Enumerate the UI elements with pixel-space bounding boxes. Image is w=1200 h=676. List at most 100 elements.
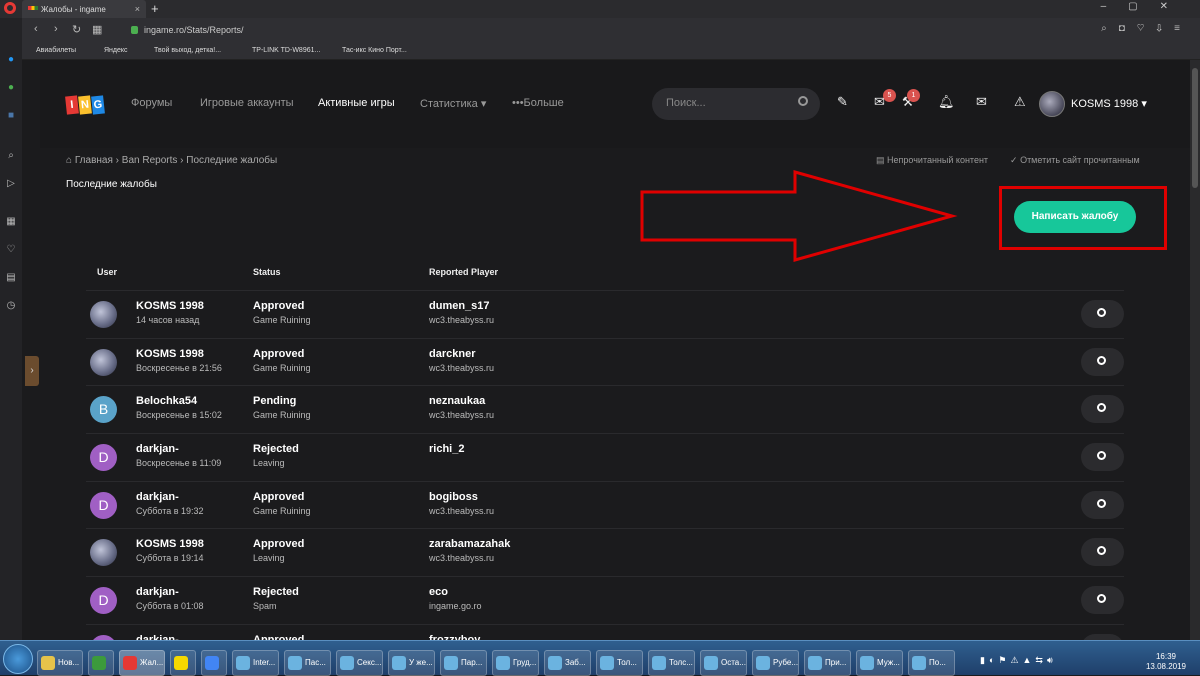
warning-icon[interactable]: ⚠ — [1014, 94, 1026, 110]
view-report-button[interactable] — [1081, 490, 1124, 519]
tab-active[interactable]: Жалобы - ingame × — [22, 0, 146, 18]
view-report-button[interactable] — [1081, 300, 1124, 328]
taskbar-item[interactable]: Рубе... — [752, 650, 799, 676]
bell-icon[interactable]: 🔔︎ — [938, 94, 955, 110]
unread-content-link[interactable]: ▤ Непрочитанный контент — [876, 155, 988, 166]
search-input[interactable]: Поиск... — [652, 88, 820, 120]
envelope-icon[interactable]: ✉ — [976, 94, 987, 110]
player-text[interactable]: zarabamazahak — [429, 538, 510, 550]
taskbar-item[interactable]: Нов... — [37, 650, 83, 676]
forward-button[interactable]: › — [54, 23, 58, 35]
taskbar-item[interactable]: По... — [908, 650, 955, 676]
taskbar-item[interactable]: У же... — [388, 650, 435, 676]
avatar[interactable] — [90, 539, 117, 567]
mark-read-link[interactable]: ✓ Отметить сайт прочитанным — [1010, 155, 1140, 166]
table-row[interactable]: Ddarkjan- Суббота в 19:32 Approved Game Rui… — [86, 480, 1124, 529]
nav-game-accounts[interactable]: Игровые аккаунты — [200, 97, 294, 109]
table-row[interactable]: KOSMS 1998 Воскресенье в 21:56 Approved Gam… — [86, 337, 1124, 386]
view-report-button[interactable] — [1081, 395, 1124, 424]
avatar[interactable]: D — [90, 587, 117, 615]
taskbar-item[interactable]: Inter... — [232, 650, 279, 676]
vk-icon[interactable]: ■ — [5, 110, 17, 122]
taskbar-item[interactable]: Пас... — [284, 650, 331, 676]
player-text[interactable]: eco — [429, 586, 482, 598]
search-icon[interactable]: ⌕ — [5, 150, 17, 162]
history-icon[interactable]: ◷ — [5, 300, 17, 312]
avatar[interactable] — [1039, 91, 1065, 117]
messenger-icon[interactable]: ● — [5, 54, 17, 66]
table-row[interactable]: KOSMS 1998 14 часов назад Approved Game Rui… — [86, 290, 1124, 338]
user-text[interactable]: Belochka54 — [136, 395, 222, 407]
address-bar-icons[interactable]: ⌕◘♡⇩≡ — [1101, 23, 1192, 34]
table-row[interactable]: B Belochka54 Воскресенье в 15:02 Pending Gam… — [86, 385, 1124, 433]
tray-icons[interactable]: ▮◐⚑⚠▲⇆🔊︎ — [980, 655, 1057, 666]
taskbar-item[interactable]: При... — [804, 650, 851, 676]
avatar[interactable] — [90, 301, 117, 328]
heart-icon[interactable]: ♡ — [5, 244, 17, 256]
avatar[interactable]: D — [90, 444, 117, 472]
taskbar-item[interactable]: Тол... — [596, 650, 643, 676]
table-row[interactable]: Ddarkjan- Суббота в 01:08 Rejected Spam eco i… — [86, 576, 1124, 624]
url-field[interactable]: ingame.ro/Stats/Reports/ — [144, 25, 244, 35]
breadcrumb-home[interactable]: Главная — [75, 155, 113, 166]
bookmark-item[interactable]: Твой выход, детка!... — [154, 47, 221, 54]
taskbar-item[interactable]: Груд... — [492, 650, 539, 676]
player-text[interactable]: darckner — [429, 348, 494, 360]
breadcrumb-current[interactable]: Последние жалобы — [186, 155, 277, 166]
back-button[interactable]: ‹ — [34, 23, 38, 35]
write-report-button[interactable]: Написать жалобу — [1014, 201, 1136, 233]
taskbar-item[interactable] — [201, 650, 227, 676]
taskbar-item[interactable]: Оста... — [700, 650, 747, 676]
player-text[interactable]: richi_2 — [429, 443, 464, 455]
player-text[interactable]: bogiboss — [429, 491, 494, 503]
whatsapp-icon[interactable]: ● — [5, 82, 17, 94]
avatar[interactable]: B — [90, 396, 117, 424]
taskbar-item[interactable]: Секс... — [336, 650, 383, 676]
bookmark-item[interactable]: Авиабилеты — [36, 47, 76, 54]
player-text[interactable]: neznaukaa — [429, 395, 494, 407]
clock[interactable]: 16:39 13.08.2019 — [1146, 652, 1186, 672]
taskbar-item[interactable]: Заб... — [544, 650, 591, 676]
username-menu[interactable]: KOSMS 1998 ▾ — [1071, 97, 1147, 110]
bookmark-item[interactable]: Яндекс — [104, 47, 128, 54]
window-controls[interactable]: –▢✕ — [1101, 1, 1190, 12]
nav-more[interactable]: •••Больше — [512, 97, 564, 109]
view-report-button[interactable] — [1081, 586, 1124, 615]
speed-dial-icon[interactable]: ▦ — [92, 23, 102, 36]
user-text[interactable]: KOSMS 1998 — [136, 538, 204, 550]
taskbar-item[interactable] — [88, 650, 114, 676]
user-text[interactable]: darkjan- — [136, 586, 204, 598]
site-logo[interactable]: ING — [65, 95, 105, 115]
bookmark-item[interactable]: TP-LINK TD-W8961... — [252, 47, 320, 54]
taskbar-item[interactable]: Жал... — [119, 650, 165, 676]
user-text[interactable]: darkjan- — [136, 491, 204, 503]
view-report-button[interactable] — [1081, 443, 1124, 472]
table-row[interactable]: Ddarkjan- Воскресенье в 11:09 Rejected Leav… — [86, 433, 1124, 481]
view-report-button[interactable] — [1081, 347, 1124, 376]
taskbar-item[interactable] — [170, 650, 196, 676]
send-icon[interactable]: ▷ — [5, 178, 17, 190]
taskbar-item[interactable]: Толс... — [648, 650, 695, 676]
scrollbar-thumb[interactable] — [1192, 68, 1198, 188]
reload-button[interactable]: ↻ — [72, 23, 81, 36]
nav-active-games[interactable]: Активные игры — [318, 97, 395, 109]
avatar[interactable] — [90, 348, 117, 376]
start-button[interactable] — [3, 644, 33, 674]
news-icon[interactable]: ▤ — [5, 272, 17, 284]
nav-stats[interactable]: Статистика ▾ — [420, 97, 486, 110]
view-report-button[interactable] — [1081, 538, 1124, 567]
user-text[interactable]: darkjan- — [136, 443, 221, 455]
opera-logo-icon[interactable] — [4, 2, 16, 14]
pencil-icon[interactable]: ✎ — [837, 94, 848, 110]
apps-icon[interactable]: ▦ — [5, 216, 17, 228]
taskbar-item[interactable]: Муж... — [856, 650, 903, 676]
breadcrumb-ban-reports[interactable]: Ban Reports — [122, 155, 178, 166]
new-tab-button[interactable]: + — [151, 1, 159, 16]
search-icon[interactable] — [798, 96, 808, 106]
avatar[interactable]: D — [90, 491, 117, 519]
close-tab-icon[interactable]: × — [135, 4, 140, 14]
scrollbar[interactable] — [1190, 60, 1200, 640]
taskbar-item[interactable]: Пар... — [440, 650, 487, 676]
side-panel-handle[interactable]: › — [25, 356, 39, 386]
nav-forums[interactable]: Форумы — [131, 97, 172, 109]
